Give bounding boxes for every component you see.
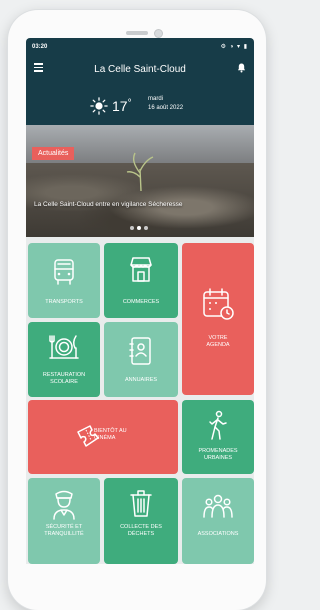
app-screen: 03:20 ⚙ ◑ ▾ ▮ La Celle Saint-Cloud 17° m… <box>26 38 254 564</box>
shop-icon <box>126 255 156 290</box>
tile-label: COMMERCES <box>122 299 160 305</box>
temperature: 17° <box>112 98 132 114</box>
news-caption[interactable]: La Celle Saint-Cloud entre en vigilance … <box>34 201 183 208</box>
tile-label: SÉCURITÉ ET TRANQUILLITÉ <box>44 524 84 537</box>
weather-date: 16 août 2022 <box>148 105 184 111</box>
carousel-dot[interactable] <box>137 226 141 230</box>
tile-label: BIENTÔT AU CINÉMA <box>94 428 127 441</box>
dining-icon <box>48 332 80 367</box>
people-icon <box>201 492 235 527</box>
status-icons: ⚙ ◑ ▾ ▮ <box>220 44 248 50</box>
news-badge: Actualités <box>32 147 75 160</box>
carousel-dot[interactable] <box>144 226 148 230</box>
carousel-dot[interactable] <box>130 226 134 230</box>
app-title: La Celle Saint-Cloud <box>94 64 186 75</box>
tile-securite[interactable]: SÉCURITÉ ET TRANQUILLITÉ <box>28 478 100 564</box>
tile-label: TRANSPORTS <box>45 299 83 305</box>
bus-icon <box>49 257 79 292</box>
tile-label: ASSOCIATIONS <box>197 531 239 537</box>
status-time: 03:20 <box>32 44 48 50</box>
tile-label: RESTAURATION SCOLAIRE <box>42 372 86 385</box>
tile-label: VOTRE AGENDA <box>206 335 230 348</box>
tile-promenades[interactable]: PROMENADES URBAINES <box>182 400 254 474</box>
tile-agenda[interactable]: VOTRE AGENDA <box>182 243 254 395</box>
sprout-image <box>126 152 154 191</box>
tile-annuaires[interactable]: ANNUAIRES <box>104 322 178 397</box>
tile-dechets[interactable]: COLLECTE DES DÉCHETS <box>104 478 178 564</box>
carousel-dots <box>130 217 151 235</box>
tile-transports[interactable]: TRANSPORTS <box>28 243 100 318</box>
tile-label: ANNUAIRES <box>124 377 158 383</box>
app-bar: La Celle Saint-Cloud <box>26 56 254 82</box>
tile-label: COLLECTE DES DÉCHETS <box>120 524 162 537</box>
trash-icon <box>128 488 154 523</box>
tile-label: PROMENADES URBAINES <box>198 448 238 461</box>
tile-associations[interactable]: ASSOCIATIONS <box>182 478 254 564</box>
sun-icon <box>90 97 108 115</box>
tile-commerces[interactable]: COMMERCES <box>104 243 178 318</box>
directory-icon <box>127 336 155 371</box>
weather-day: mardi <box>148 96 164 102</box>
phone-camera <box>154 29 163 38</box>
walk-icon <box>204 410 232 447</box>
police-icon <box>49 488 79 525</box>
phone-speaker <box>126 31 148 35</box>
calendar-icon <box>201 287 235 326</box>
tile-cinema[interactable]: BIENTÔT AU CINÉMA <box>28 400 178 474</box>
bell-icon[interactable] <box>237 63 246 73</box>
news-carousel[interactable]: Actualités La Celle Saint-Cloud entre en… <box>26 125 254 237</box>
status-bar: 03:20 ⚙ ◑ ▾ ▮ <box>26 42 254 54</box>
tile-restauration[interactable]: RESTAURATION SCOLAIRE <box>28 322 100 397</box>
